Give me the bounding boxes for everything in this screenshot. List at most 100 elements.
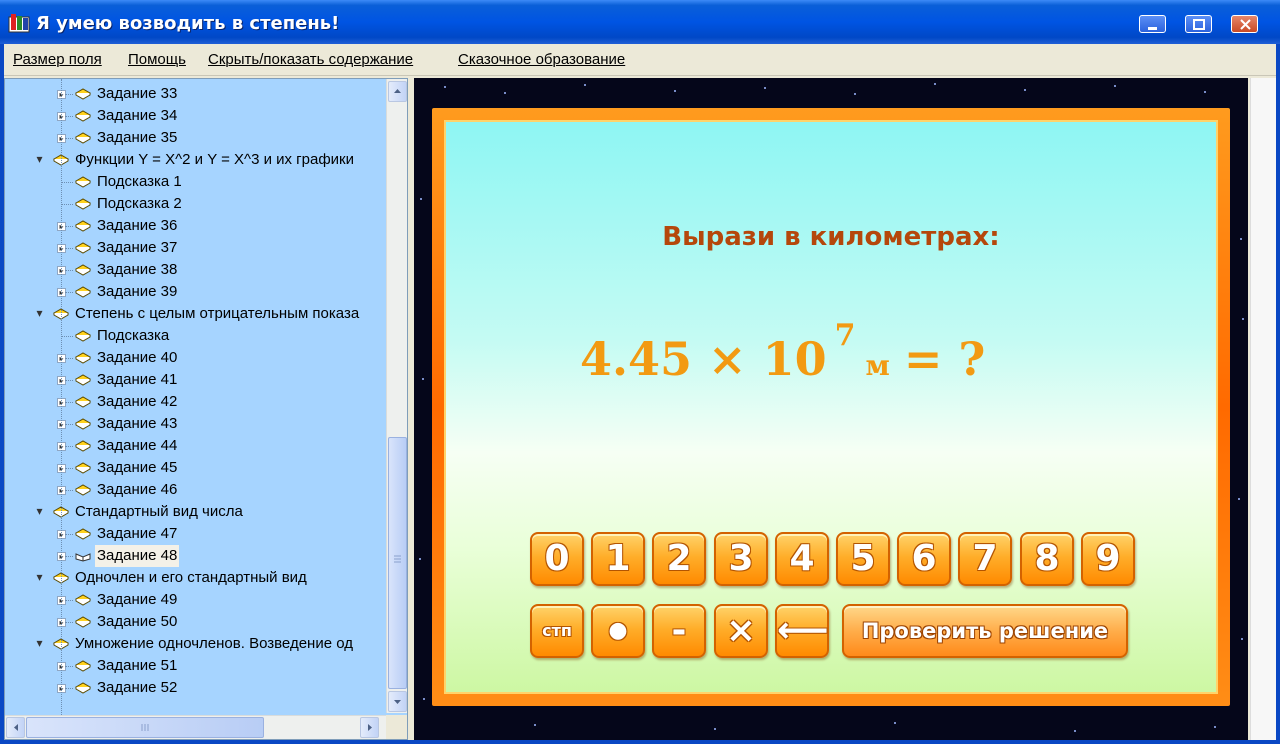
window-border-right — [1276, 44, 1280, 744]
digit-key-7[interactable]: 7 — [958, 532, 1012, 586]
star — [584, 84, 586, 86]
check-solution-button[interactable]: Проверить решение — [842, 604, 1128, 658]
tree-item-label: Задание 52 — [97, 679, 178, 696]
game-vertical-scrollbar[interactable] — [1250, 78, 1276, 740]
digit-key-3[interactable]: 3 — [714, 532, 768, 586]
decimal-point-key[interactable]: ● — [591, 604, 645, 658]
book-icon — [75, 88, 91, 100]
star — [894, 722, 896, 724]
star — [934, 83, 936, 85]
star — [1241, 638, 1243, 640]
star — [419, 558, 421, 560]
collapse-icon[interactable]: ▾ — [35, 505, 44, 517]
tree-item-label: Задание 47 — [97, 525, 178, 542]
game-area: Вырази в километрах: 4.45 × 10 7м = ? 0123… — [414, 78, 1248, 740]
menu-field-size[interactable]: Размер поля — [13, 51, 102, 68]
tree-item-label: Задание 41 — [97, 371, 178, 388]
backspace-key[interactable]: ⟵ — [775, 604, 829, 658]
tree-connector — [65, 116, 73, 117]
scroll-up-button[interactable] — [388, 81, 407, 102]
h-scroll-thumb[interactable] — [26, 717, 264, 738]
tree-item-label: Задание 39 — [97, 283, 178, 300]
tree-item-label: Задание 36 — [97, 217, 178, 234]
star — [714, 728, 716, 730]
digit-key-0[interactable]: 0 — [530, 532, 584, 586]
tree-connector — [65, 600, 73, 601]
book-icon — [75, 660, 91, 672]
tree-item-label: Задание 49 — [97, 591, 178, 608]
scroll-corner — [386, 715, 407, 739]
scroll-down-button[interactable] — [388, 691, 407, 712]
tree-vertical-scrollbar[interactable] — [386, 79, 407, 713]
digit-key-8[interactable]: 8 — [1020, 532, 1074, 586]
tree-item-label: Подсказка — [97, 327, 170, 344]
tree-item-label: Задание 43 — [97, 415, 178, 432]
tree-item-label: Задание 44 — [97, 437, 178, 454]
collapse-icon[interactable]: ▾ — [35, 637, 44, 649]
book-icon — [75, 110, 91, 122]
tree-connector — [61, 336, 73, 337]
expression-exponent: 7 — [834, 318, 856, 353]
tree-connector — [65, 468, 73, 469]
star — [854, 93, 856, 95]
star — [420, 198, 422, 200]
tree-connector — [65, 534, 73, 535]
collapse-icon[interactable]: ▾ — [35, 153, 44, 165]
digit-key-2[interactable]: 2 — [652, 532, 706, 586]
expression-equals: = ? — [903, 332, 986, 386]
collapse-icon[interactable]: ▾ — [35, 571, 44, 583]
contents-tree[interactable]: Задание 33 ▸ Задание 34 ▸ Задание 35 ▸ Функции… — [4, 78, 408, 740]
star — [1024, 89, 1026, 91]
title-bar[interactable]: Я умею возводить в степень! — [0, 0, 1280, 44]
arrow-right-icon — [368, 724, 372, 731]
menu-bar: Размер поля Помощь Скрыть/показать содер… — [4, 44, 1276, 76]
book-icon — [75, 682, 91, 694]
tree-item-label: Одночлен и его стандартный вид — [75, 569, 307, 586]
tree-horizontal-scrollbar[interactable] — [5, 715, 387, 739]
arrow-down-icon — [394, 700, 401, 704]
book-icon — [75, 242, 91, 254]
grip-icon — [394, 555, 401, 563]
star — [1238, 498, 1240, 500]
star — [422, 378, 424, 380]
minimize-button[interactable] — [1139, 15, 1166, 33]
scroll-right-button[interactable] — [360, 717, 379, 738]
book-icon — [75, 462, 91, 474]
tree-connector — [65, 380, 73, 381]
menu-help[interactable]: Помощь — [128, 51, 186, 68]
minus-key[interactable]: - — [652, 604, 706, 658]
digit-key-6[interactable]: 6 — [897, 532, 951, 586]
star — [764, 87, 766, 89]
digit-key-1[interactable]: 1 — [591, 532, 645, 586]
digit-key-4[interactable]: 4 — [775, 532, 829, 586]
star — [423, 698, 425, 700]
close-icon — [1240, 19, 1251, 30]
tree-item-label: Задание 50 — [97, 613, 178, 630]
expression-mantissa: 4.45 × 10 — [580, 332, 827, 386]
window-title: Я умею возводить в степень! — [36, 13, 340, 34]
arrow-left-icon — [14, 724, 18, 731]
book-icon — [75, 396, 91, 408]
digit-key-9[interactable]: 9 — [1081, 532, 1135, 586]
digit-key-5[interactable]: 5 — [836, 532, 890, 586]
power-key[interactable]: стп — [530, 604, 584, 658]
tree-item-label: Умножение одночленов. Возведение од — [75, 635, 353, 652]
collapse-icon[interactable]: ▾ — [35, 307, 44, 319]
star — [1074, 730, 1076, 732]
tree-connector — [65, 490, 73, 491]
star — [1204, 91, 1206, 93]
scroll-thumb[interactable] — [388, 437, 407, 689]
open-book-icon — [75, 553, 91, 562]
tree-connector — [61, 182, 73, 183]
book-icon — [75, 198, 91, 210]
close-button[interactable] — [1231, 15, 1258, 33]
tree-connector — [61, 204, 73, 205]
star — [1114, 85, 1116, 87]
star — [504, 92, 506, 94]
arrow-up-icon — [394, 89, 401, 93]
maximize-button[interactable] — [1185, 15, 1212, 33]
scroll-left-button[interactable] — [6, 717, 25, 738]
menu-fairy-education[interactable]: Сказочное образование — [458, 51, 625, 68]
menu-toggle-contents[interactable]: Скрыть/показать содержание — [208, 51, 413, 68]
multiply-key[interactable]: × — [714, 604, 768, 658]
